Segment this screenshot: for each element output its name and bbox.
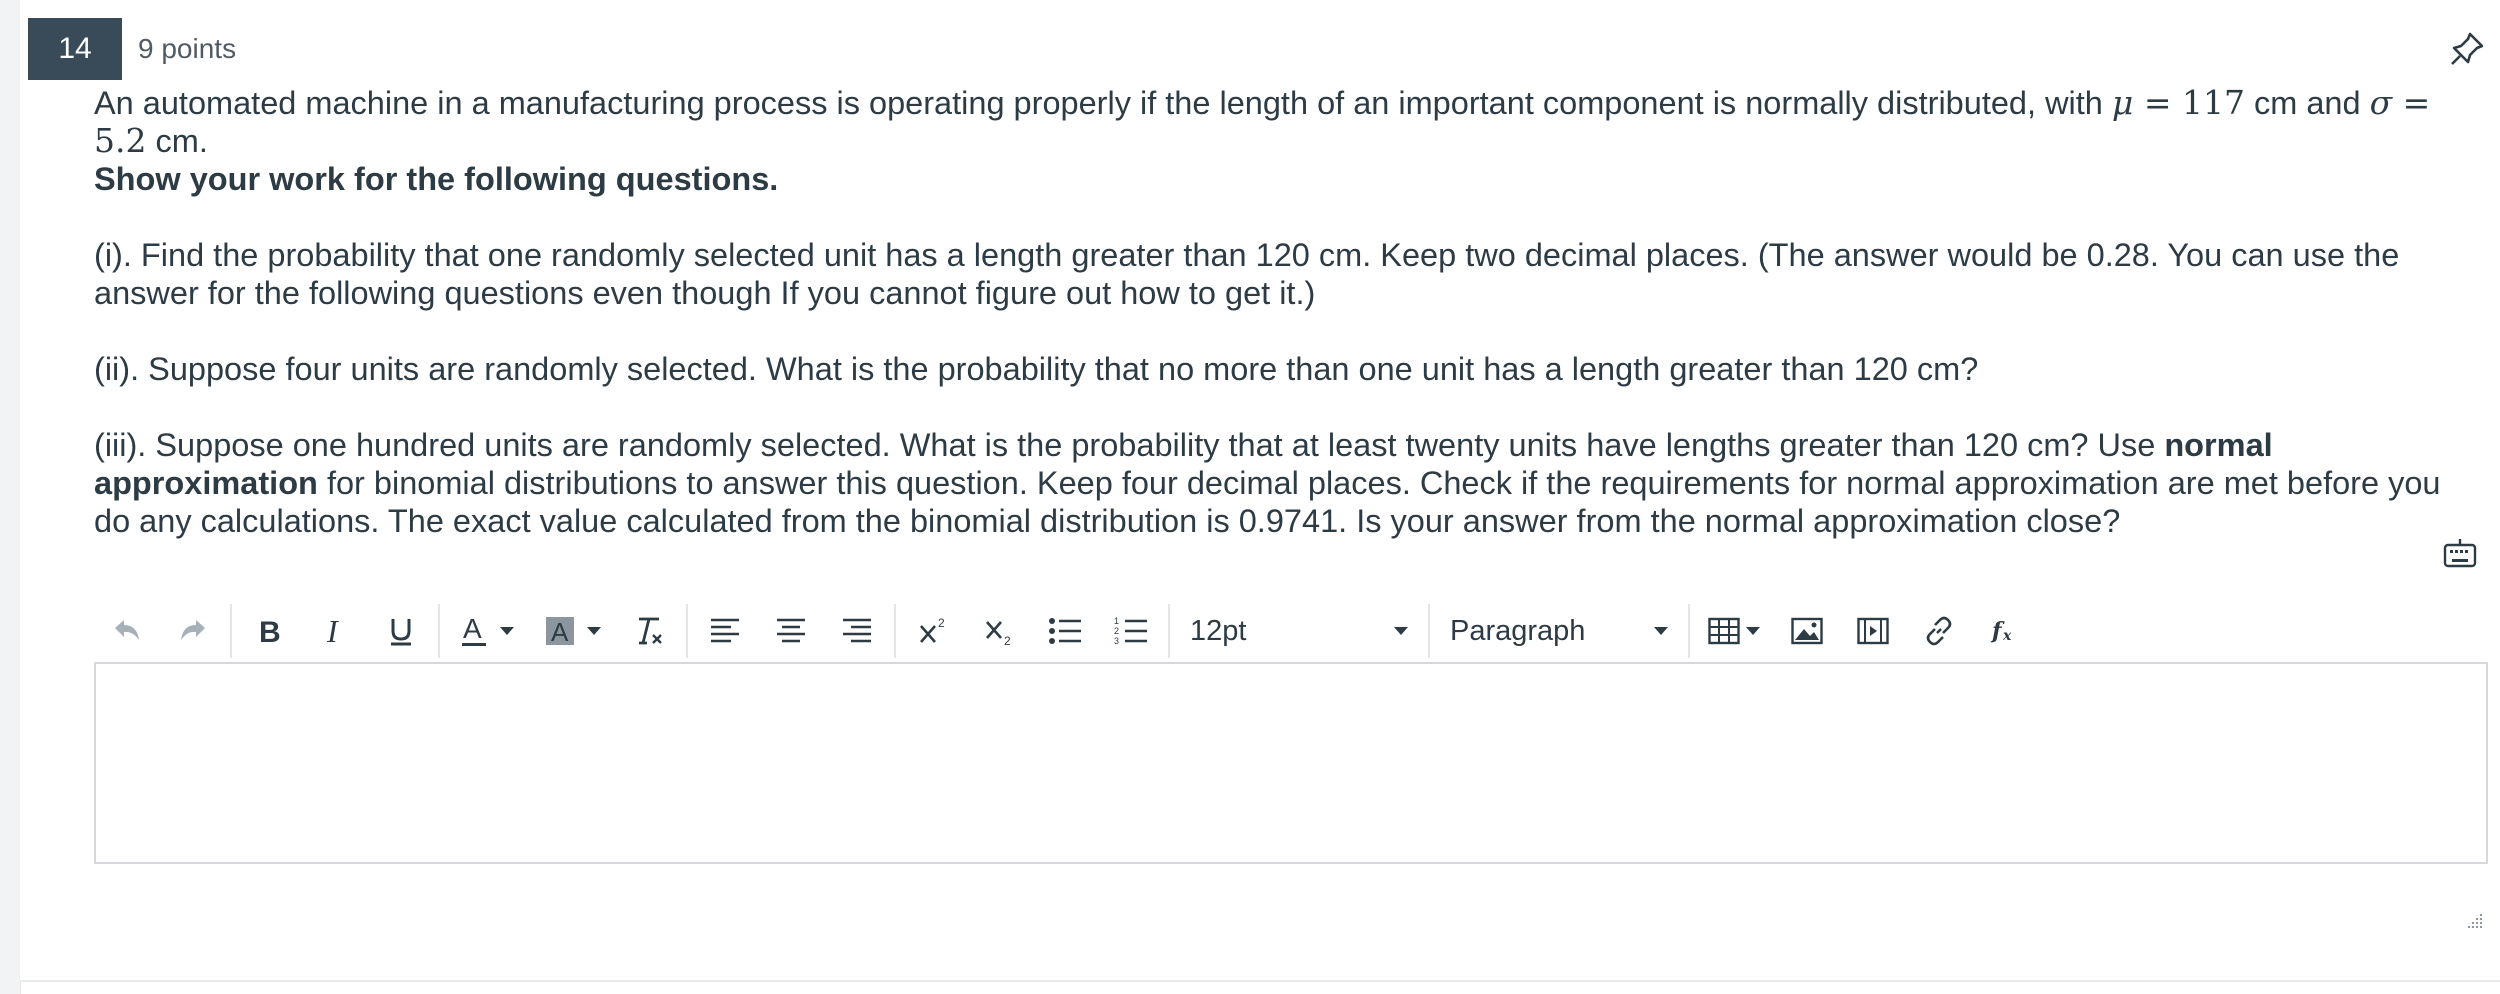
link-button[interactable] [1906,606,1972,656]
image-button[interactable] [1774,606,1840,656]
image-icon [1791,617,1823,645]
clear-formatting-button[interactable] [616,606,682,656]
svg-text:A: A [551,617,569,647]
undo-icon [115,620,139,640]
table-button[interactable] [1694,606,1774,656]
toolbar-divider [894,604,896,658]
font-size-select[interactable]: 12pt [1174,606,1424,656]
text-color-button[interactable]: A [444,606,530,656]
toolbar-divider [1168,604,1170,658]
resize-handle-icon[interactable] [2462,908,2484,930]
toolbar-divider [1428,604,1430,658]
chevron-down-icon [500,627,514,635]
question-part-ii: (ii). Suppose four units are randomly se… [94,351,1979,387]
align-right-icon [843,618,871,643]
undo-button[interactable] [94,606,160,656]
chevron-down-icon [587,627,601,635]
chevron-down-icon [1394,627,1408,635]
redo-icon [181,620,205,640]
highlight-color-button[interactable]: A [530,606,616,656]
show-work-instruction: Show your work for the following questio… [94,161,779,197]
align-right-button[interactable] [824,606,890,656]
align-left-button[interactable] [692,606,758,656]
keyboard-shortcuts-icon[interactable] [2442,536,2478,572]
equation-icon: fx [1990,618,2012,644]
question-part-i: (i). Find the probability that one rando… [94,237,2400,311]
superscript-button[interactable]: 2 [900,606,966,656]
svg-text:3: 3 [1114,636,1119,646]
media-icon [1857,617,1889,645]
chevron-down-icon [1654,627,1668,635]
block-format-select[interactable]: Paragraph [1434,606,1684,656]
bold-button[interactable]: B [236,606,302,656]
bullet-list-icon [1049,618,1081,644]
svg-text:A: A [463,614,482,644]
equation-button[interactable]: fx [1972,606,2038,656]
subscript-button[interactable]: 2 [966,606,1032,656]
pin-icon[interactable] [2446,28,2488,70]
subscript-icon: 2 [986,621,1011,646]
bullet-list-button[interactable] [1032,606,1098,656]
superscript-icon: 2 [920,616,945,643]
underline-button[interactable] [368,606,434,656]
link-icon [1926,616,1952,646]
chevron-down-icon [1746,627,1760,635]
text-color-icon: A [462,614,486,646]
intro-text: An automated machine in a manufacturing … [94,85,2112,121]
svg-text:B: B [259,616,281,646]
align-center-button[interactable] [758,606,824,656]
underline-icon [391,619,411,646]
toolbar-divider [230,604,232,658]
clear-formatting-icon [639,617,662,645]
redo-button[interactable] [160,606,226,656]
toolbar-divider [686,604,688,658]
question-points: 9 points [138,33,237,64]
question-text: An automated machine in a manufacturing … [94,84,2480,578]
intro-end-text: cm. [146,123,208,159]
question-intro: An automated machine in a manufacturing … [94,84,2480,198]
table-icon [1708,617,1740,645]
highlight-color-icon: A [546,617,574,647]
svg-text:2: 2 [1004,634,1011,646]
align-center-icon [777,618,805,643]
italic-icon: I [326,616,339,646]
page-left-rail [0,0,21,994]
block-format-value: Paragraph [1450,614,1586,647]
svg-text:x: x [2002,628,2012,644]
mu-expression: μ = 117 [2111,83,2245,122]
rich-text-editor-area[interactable] [94,662,2488,864]
numbered-list-icon: 123 [1114,616,1147,646]
numbered-list-button[interactable]: 123 [1098,606,1164,656]
svg-text:2: 2 [1114,626,1119,636]
bold-icon: B [259,616,281,646]
svg-text:I: I [326,616,339,646]
svg-text:1: 1 [1114,616,1119,626]
font-size-value: 12pt [1190,614,1247,647]
italic-button[interactable]: I [302,606,368,656]
svg-text:2: 2 [938,616,945,630]
media-button[interactable] [1840,606,1906,656]
toolbar-divider [438,604,440,658]
align-left-icon [711,618,739,643]
toolbar-divider [1688,604,1690,658]
intro-between-text: cm and [2244,85,2370,121]
editor-toolbar: B I A A 2 2 123 12pt Paragraph f x [94,600,2488,662]
question-part-iii: (iii). Suppose one hundred units are ran… [94,427,2441,539]
question-number-badge: 14 [28,18,122,80]
